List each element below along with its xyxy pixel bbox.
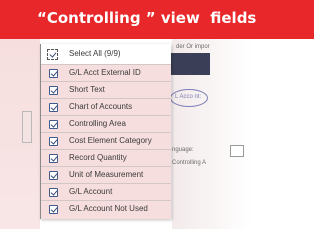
field-label: G/L Account <box>69 187 113 196</box>
select-all-row[interactable]: Select All (9/9) <box>41 44 171 64</box>
select-all-checkbox[interactable] <box>47 49 58 60</box>
field-label: Chart of Accounts <box>69 102 133 111</box>
field-label: Short Text <box>69 85 105 94</box>
field-item-gl-account-not-used[interactable]: G/L Account Not Used <box>41 200 171 219</box>
field-item-controlling-area[interactable]: Controlling Area <box>41 115 171 132</box>
field-label: Record Quantity <box>69 153 127 162</box>
slide-title-bar: “Controlling ” view fields <box>0 0 314 39</box>
field-checkbox[interactable] <box>49 137 58 146</box>
field-selection-popup: Select All (9/9) G/L Acct External ID Sh… <box>40 44 171 219</box>
field-item-record-quantity[interactable]: Record Quantity <box>41 149 171 166</box>
field-label: Controlling Area <box>69 119 126 128</box>
field-item-chart-of-accounts[interactable]: Chart of Accounts <box>41 98 171 115</box>
background-text: L Acco nt: <box>175 94 202 100</box>
field-checkbox[interactable] <box>49 188 58 197</box>
field-checkbox[interactable] <box>49 86 58 95</box>
field-checkbox[interactable] <box>49 69 58 78</box>
select-all-label: Select All (9/9) <box>69 49 121 58</box>
background-text: nguage: <box>172 147 194 153</box>
field-item-gl-acct-external-id[interactable]: G/L Acct External ID <box>41 64 171 81</box>
field-item-unit-of-measurement[interactable]: Unit of Measurement <box>41 166 171 183</box>
background-text: der Or impor <box>176 44 210 50</box>
field-checkbox[interactable] <box>49 171 58 180</box>
background-panel <box>0 39 40 229</box>
background-control <box>22 111 32 143</box>
field-item-cost-element-category[interactable]: Cost Element Category <box>41 132 171 149</box>
background-text: Controlling A <box>172 160 207 166</box>
field-checkbox[interactable] <box>49 154 58 163</box>
field-item-gl-account[interactable]: G/L Account <box>41 183 171 200</box>
field-item-short-text[interactable]: Short Text <box>41 81 171 98</box>
background-input <box>230 145 244 157</box>
field-checkbox[interactable] <box>49 120 58 129</box>
field-checkbox[interactable] <box>49 205 58 214</box>
field-label: Cost Element Category <box>69 136 152 145</box>
field-label: Unit of Measurement <box>69 170 144 179</box>
slide-title: “Controlling ” view fields <box>37 9 257 27</box>
field-checkbox[interactable] <box>49 103 58 112</box>
field-label: G/L Account Not Used <box>69 204 148 213</box>
field-label: G/L Acct External ID <box>69 68 141 77</box>
